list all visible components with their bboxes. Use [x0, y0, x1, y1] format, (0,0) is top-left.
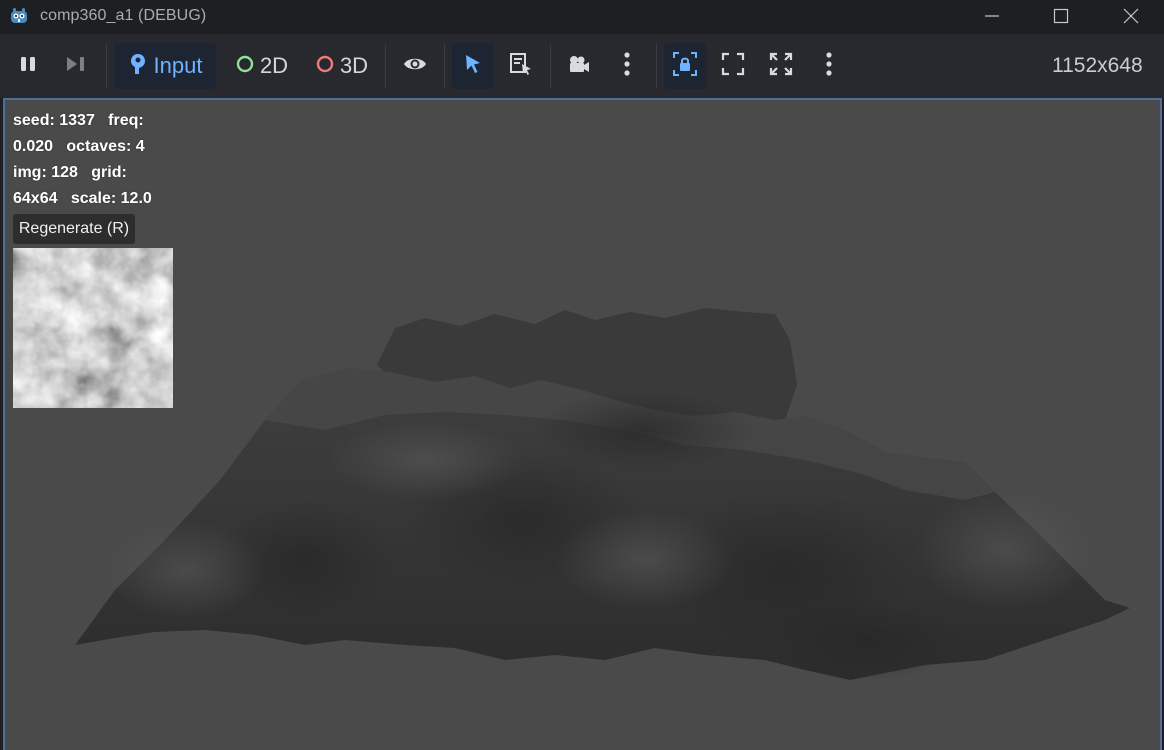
list-select-icon: [509, 52, 533, 81]
close-button[interactable]: [1108, 0, 1154, 32]
camera-icon: [567, 54, 591, 79]
fullscreen-icon: [721, 52, 745, 81]
input-label: Input: [153, 53, 203, 78]
game-toolbar: Input 2D 3D 1152x648: [0, 34, 1164, 98]
toolbar-separator: [106, 44, 107, 88]
circle-2d-icon: [236, 55, 254, 78]
input-pointer-icon: [128, 52, 148, 81]
overlay-freq-octaves: 0.020 octaves: 4: [13, 138, 145, 155]
camera-button[interactable]: [558, 43, 600, 89]
overlay-grid-scale: 64x64 scale: 12.0: [13, 190, 152, 207]
kebab-menu-icon: [825, 51, 833, 82]
cursor-arrow-icon: [463, 53, 483, 80]
visibility-button[interactable]: [394, 43, 436, 89]
mode-3d-button[interactable]: 3D: [306, 43, 378, 89]
mode-2d-label: 2D: [259, 53, 289, 78]
pause-button[interactable]: [8, 43, 48, 89]
view-options-button[interactable]: [808, 43, 850, 89]
resolution-label: 1152x648: [1052, 54, 1143, 77]
select-mode-button[interactable]: [452, 43, 494, 89]
step-frame-button[interactable]: [56, 43, 96, 89]
pause-icon: [19, 55, 37, 78]
fullscreen-button[interactable]: [712, 43, 754, 89]
regenerate-button[interactable]: Regenerate (R): [13, 214, 135, 244]
camera-lock-button[interactable]: [664, 43, 706, 89]
input-toggle-button[interactable]: Input: [114, 43, 216, 89]
noise-preview-image: [13, 248, 173, 408]
toolbar-separator: [550, 44, 551, 88]
circle-3d-icon: [316, 55, 334, 78]
game-viewport[interactable]: seed: 1337 freq: 0.020 octaves: 4 img: 1…: [3, 98, 1162, 750]
step-forward-icon: [65, 55, 87, 78]
kebab-menu-icon: [623, 51, 631, 82]
mode-3d-label: 3D: [339, 53, 369, 78]
eye-icon: [403, 55, 427, 78]
maximize-button[interactable]: [1038, 0, 1084, 32]
toolbar-separator: [656, 44, 657, 88]
camera-options-button[interactable]: [606, 43, 648, 89]
toolbar-separator: [385, 44, 386, 88]
toolbar-separator: [444, 44, 445, 88]
godot-logo-icon: [9, 6, 29, 26]
mode-2d-button[interactable]: 2D: [226, 43, 298, 89]
terrain-mesh: [75, 308, 1130, 680]
fit-view-button[interactable]: [760, 43, 802, 89]
window-titlebar: comp360_a1 (DEBUG): [0, 0, 1164, 34]
window-title: comp360_a1 (DEBUG): [40, 7, 207, 24]
camera-lock-icon: [672, 51, 698, 82]
minimize-button[interactable]: [969, 0, 1015, 32]
overlay-seed-freq: seed: 1337 freq:: [13, 112, 144, 129]
fit-view-icon: [769, 52, 793, 81]
list-select-button[interactable]: [500, 43, 542, 89]
overlay-img-grid: img: 128 grid:: [13, 164, 127, 181]
